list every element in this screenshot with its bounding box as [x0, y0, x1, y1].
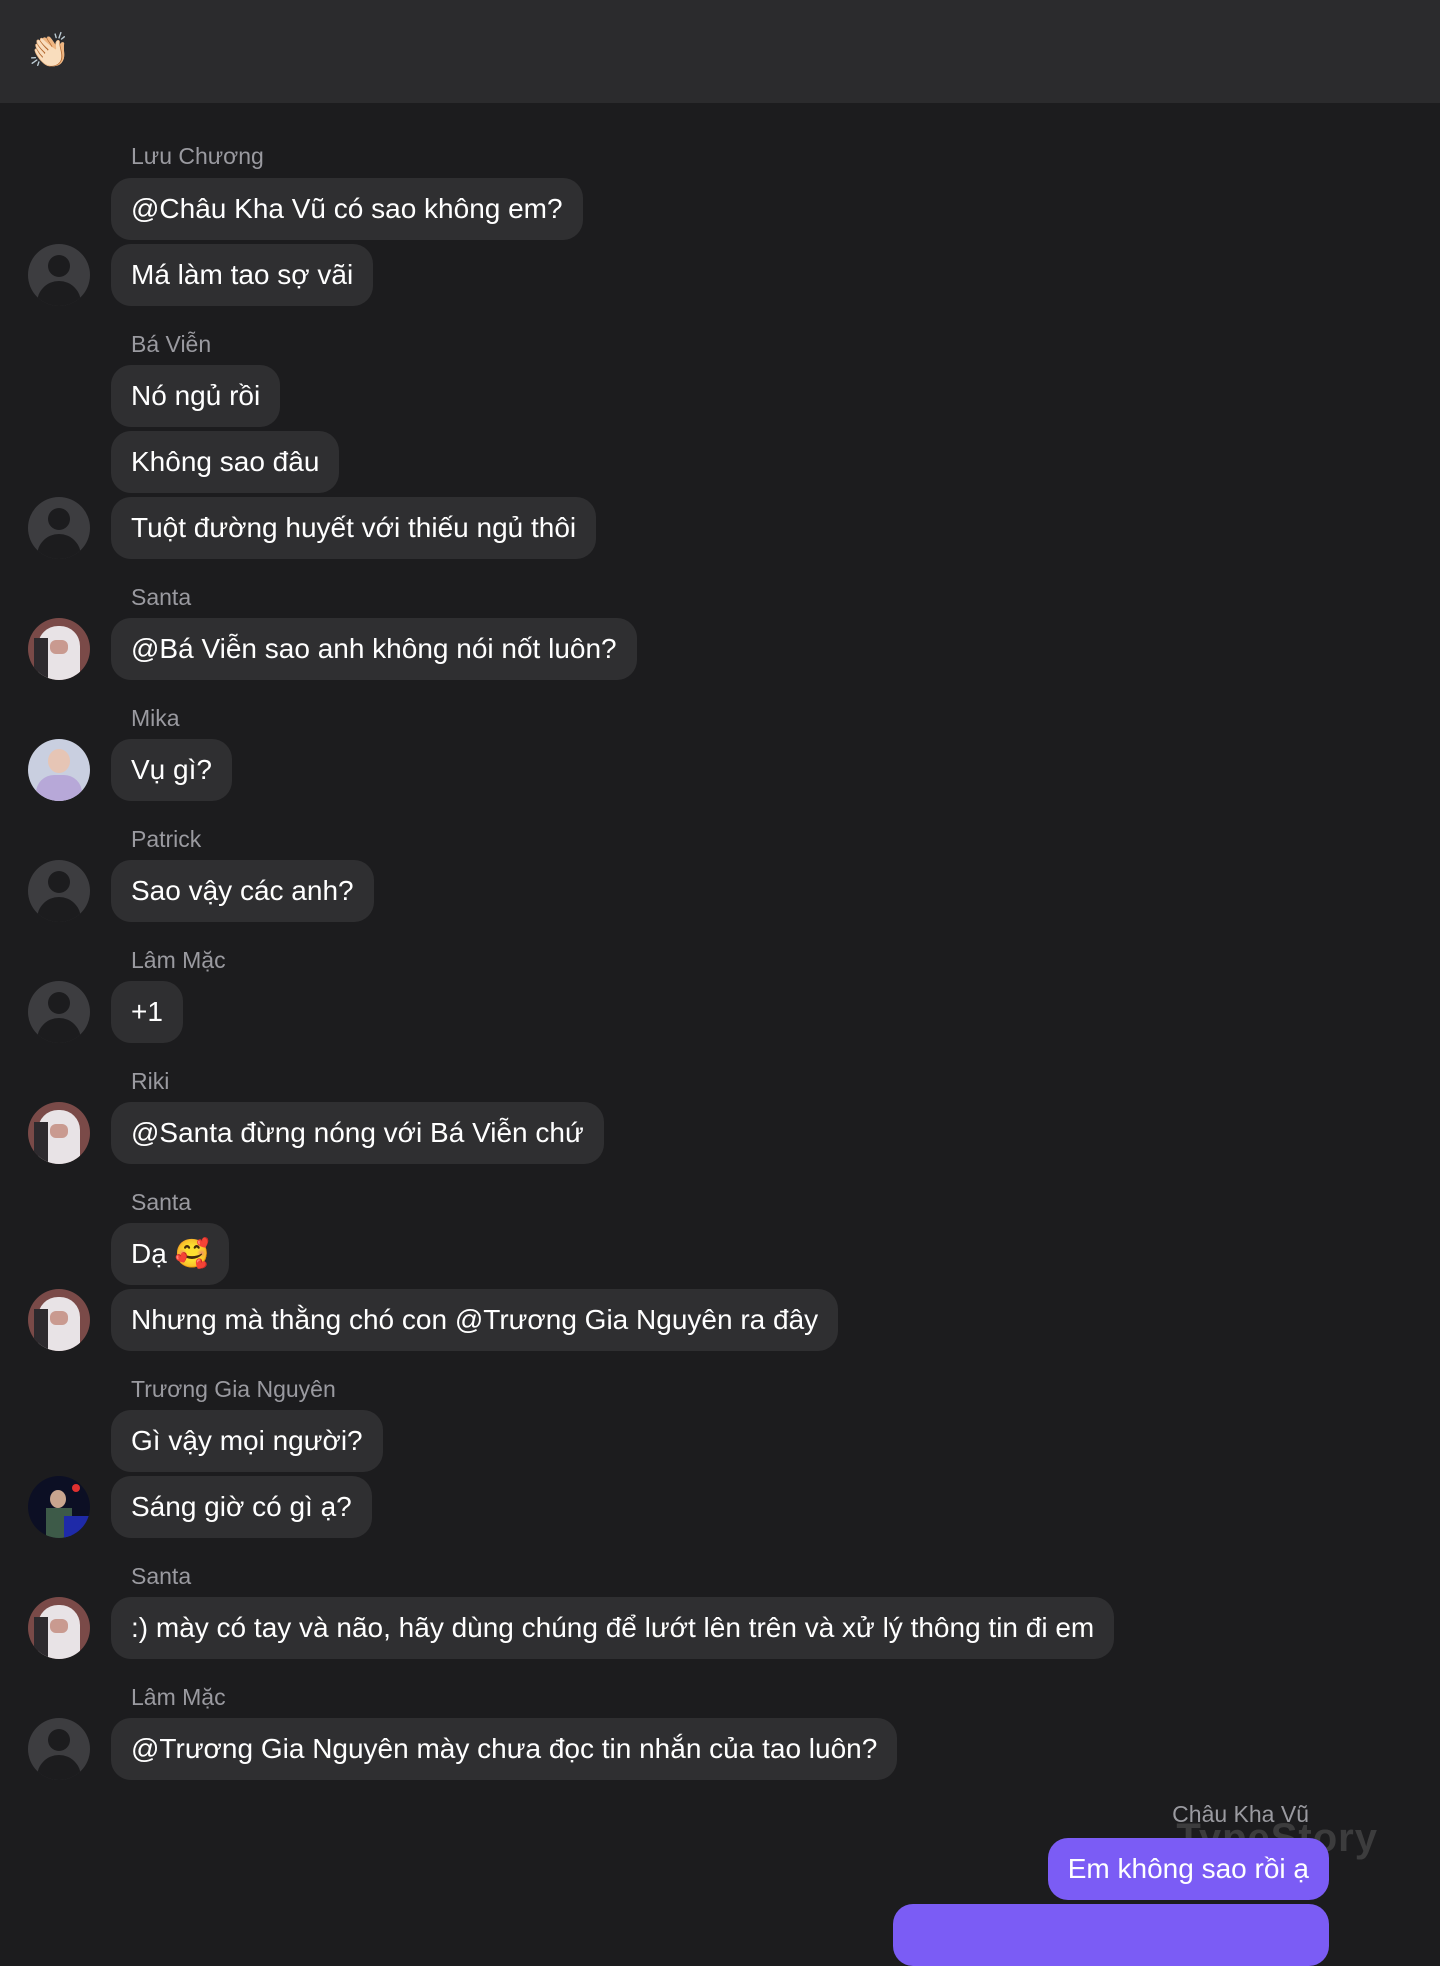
avatar[interactable] — [28, 1289, 90, 1351]
sender-name: Patrick — [131, 826, 202, 852]
message-bubble[interactable]: Sao vậy các anh? — [111, 860, 374, 922]
self-message-bubble[interactable]: Em không sao rồi ạ — [1047, 1838, 1329, 1900]
sender-name: Lâm Mặc — [131, 947, 226, 973]
avatar[interactable] — [28, 981, 90, 1043]
message-bubble[interactable]: Sáng giờ có gì ạ? — [111, 1476, 372, 1538]
message-bubble[interactable]: +1 — [111, 981, 183, 1043]
self-message-bubble-partial[interactable] — [893, 1904, 1329, 1966]
sender-name: Mika — [131, 705, 180, 731]
message-bubble[interactable]: Gì vậy mọi người? — [111, 1410, 383, 1472]
avatar[interactable] — [28, 739, 90, 801]
avatar[interactable] — [28, 618, 90, 680]
message-bubble[interactable]: Không sao đâu — [111, 431, 340, 493]
chat-header: 👏🏻 — [0, 0, 1440, 103]
message-bubble[interactable]: Dạ 🥰 — [111, 1223, 230, 1285]
message-bubble[interactable]: @Trương Gia Nguyên mày chưa đọc tin nhắn… — [111, 1718, 898, 1780]
sender-name: Lâm Mặc — [131, 1684, 226, 1710]
sender-name: Trương Gia Nguyên — [131, 1376, 336, 1402]
message-bubble[interactable]: @Châu Kha Vũ có sao không em? — [111, 178, 583, 240]
avatar[interactable] — [28, 1597, 90, 1659]
sender-name: Santa — [131, 1563, 192, 1589]
avatar[interactable] — [28, 497, 90, 559]
message-bubble[interactable]: Tuột đường huyết với thiếu ngủ thôi — [111, 497, 597, 559]
avatar[interactable] — [28, 1476, 90, 1538]
avatar[interactable] — [28, 1718, 90, 1780]
sender-name: Bá Viễn — [131, 331, 212, 357]
message-bubble[interactable]: Nó ngủ rồi — [111, 365, 281, 427]
message-bubble[interactable]: @Santa đừng nóng với Bá Viễn chứ — [111, 1102, 604, 1164]
sender-name: Santa — [131, 584, 192, 610]
avatar[interactable] — [28, 860, 90, 922]
sender-name: Riki — [131, 1068, 170, 1094]
message-bubble[interactable]: Vụ gì? — [111, 739, 232, 801]
message-bubble[interactable]: Nhưng mà thằng chó con @Trương Gia Nguyê… — [111, 1289, 839, 1351]
message-bubble[interactable]: :) mày có tay và não, hãy dùng chúng để … — [111, 1597, 1115, 1659]
sender-name: Santa — [131, 1189, 192, 1215]
message-bubble[interactable]: Má làm tao sợ vãi — [111, 244, 374, 306]
sender-name: Lưu Chương — [131, 143, 264, 169]
avatar[interactable] — [28, 1102, 90, 1164]
avatar[interactable] — [28, 244, 90, 306]
message-bubble[interactable]: @Bá Viễn sao anh không nói nốt luôn? — [111, 618, 637, 680]
clapping-hands-icon[interactable]: 👏🏻 — [28, 34, 70, 68]
